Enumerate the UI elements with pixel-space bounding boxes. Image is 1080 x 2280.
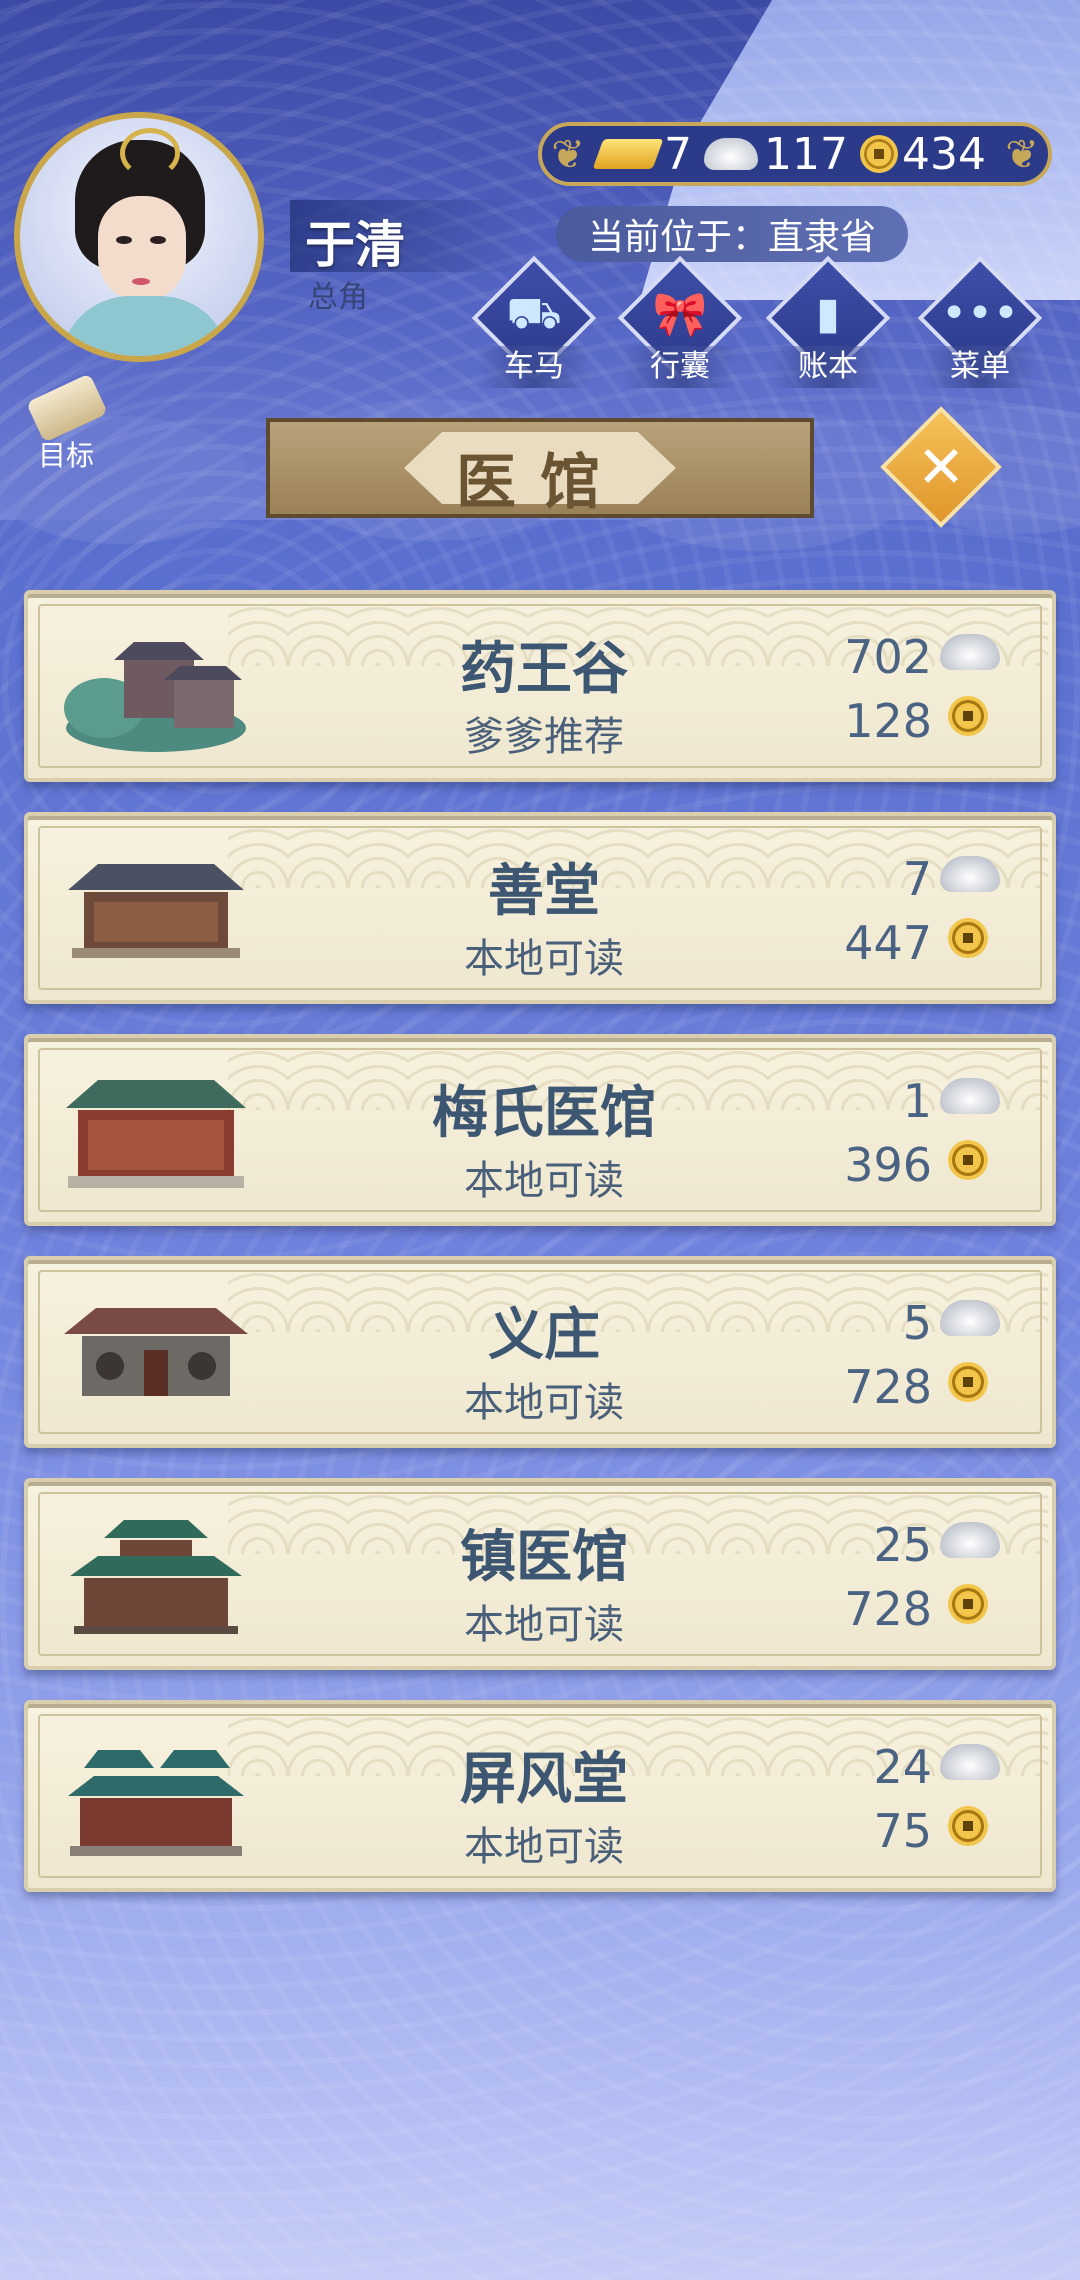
bag-label: 行囊 — [624, 346, 736, 388]
copper-coin-icon — [948, 696, 988, 736]
avatar-eye — [116, 236, 132, 244]
silver-ingot-icon — [704, 138, 758, 170]
ledger-icon: ▮ — [815, 288, 841, 339]
title-banner: 医馆 — [266, 418, 814, 518]
silver-ingot-icon — [940, 634, 1000, 670]
copper-cost: 728 — [844, 1360, 932, 1414]
copper-cost: 728 — [844, 1582, 932, 1636]
silver-ingot-icon — [940, 1522, 1000, 1558]
currency-bar: ❦ 7 117 434 ❦ — [538, 122, 1052, 186]
ledger-label: 账本 — [772, 346, 884, 388]
current-location: 当前位于：直隶省 — [556, 206, 908, 262]
avatar-mouth — [132, 278, 150, 285]
bamboo-leaf-icon: ❦ — [1005, 132, 1039, 178]
hospital-card-1[interactable]: 善堂 本地可读 7 447 — [24, 812, 1056, 1004]
goal-label: 目标 — [37, 439, 94, 472]
goal-button[interactable]: 目标 — [14, 373, 118, 476]
silver-amount: 117 — [764, 128, 848, 180]
carriage-icon: ⛟ — [506, 288, 562, 339]
ledger-button[interactable]: ▮ 账本 — [765, 255, 891, 390]
bamboo-leaf-icon: ❦ — [551, 132, 585, 178]
avatar-hairpin — [120, 128, 180, 178]
menu-icon: ••• — [941, 288, 1019, 339]
player-role: 总角 — [308, 280, 368, 315]
gold-ingot-icon — [592, 139, 664, 169]
silver-cost: 1 — [902, 1074, 932, 1128]
player-avatar[interactable] — [14, 112, 264, 362]
silver-ingot-icon — [940, 1078, 1000, 1114]
copper-coin-icon — [948, 1362, 988, 1402]
silver-cost: 702 — [844, 630, 932, 684]
copper-cost: 75 — [873, 1804, 932, 1858]
silver-cost: 25 — [873, 1518, 932, 1572]
copper-coin-icon — [948, 1806, 988, 1846]
copper-coin-icon — [948, 918, 988, 958]
player-name: 于清 — [305, 216, 405, 274]
silver-ingot-icon — [940, 856, 1000, 892]
copper-currency: 434 — [859, 128, 986, 180]
menu-label: 菜单 — [924, 346, 1036, 388]
silver-cost: 5 — [902, 1296, 932, 1350]
copper-coin-icon — [859, 135, 898, 173]
silver-ingot-icon — [940, 1300, 1000, 1336]
bag-button[interactable]: 🎀 行囊 — [617, 255, 743, 390]
copper-cost: 128 — [844, 694, 932, 748]
avatar-robe — [60, 296, 230, 356]
silver-ingot-icon — [940, 1744, 1000, 1780]
copper-cost: 447 — [844, 916, 932, 970]
copper-cost: 396 — [844, 1138, 932, 1192]
copper-coin-icon — [948, 1584, 988, 1624]
copper-coin-icon — [948, 1140, 988, 1180]
page-title: 医馆 — [456, 448, 624, 518]
menu-button[interactable]: ••• 菜单 — [917, 255, 1043, 390]
gold-currency: 7 — [592, 128, 692, 180]
hospital-card-2[interactable]: 梅氏医馆 本地可读 1 396 — [24, 1034, 1056, 1226]
silver-currency: 117 — [704, 129, 848, 180]
bag-icon: 🎀 — [652, 289, 708, 340]
avatar-eye — [150, 236, 166, 244]
carriage-button[interactable]: ⛟ 车马 — [471, 255, 597, 390]
copper-amount: 434 — [901, 128, 986, 180]
avatar-face — [98, 196, 186, 302]
hospital-card-0[interactable]: 药王谷 爹爹推荐 702 128 — [24, 590, 1056, 782]
silver-cost: 7 — [902, 852, 932, 906]
hospital-card-3[interactable]: 义庄 本地可读 5 728 — [24, 1256, 1056, 1448]
gold-amount: 7 — [664, 128, 692, 180]
carriage-label: 车马 — [478, 346, 590, 388]
hospital-card-5[interactable]: 屏风堂 本地可读 24 75 — [24, 1700, 1056, 1892]
close-icon: ✕ — [916, 433, 966, 501]
scroll-icon — [25, 373, 109, 443]
silver-cost: 24 — [873, 1740, 932, 1794]
hospital-card-4[interactable]: 镇医馆 本地可读 25 728 — [24, 1478, 1056, 1670]
